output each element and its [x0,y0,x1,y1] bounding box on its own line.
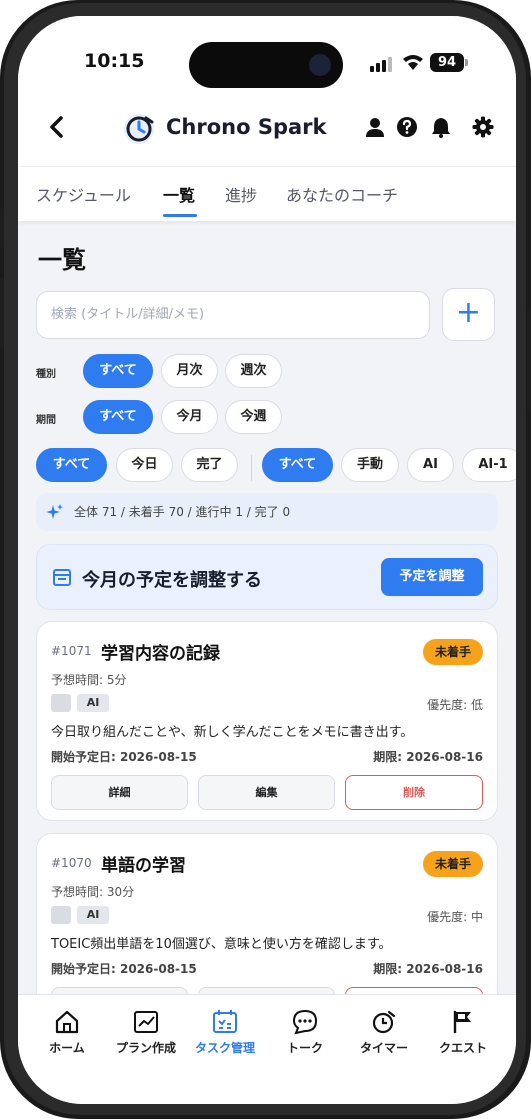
source-chip-manual[interactable]: 手動 [341,448,399,482]
source-chip-all[interactable]: すべて [262,448,333,482]
task-due-date: 期限: 2026-08-16 [373,750,483,764]
nav-label: タイマー [359,1041,408,1055]
adjust-schedule-text: 今月の予定を調整する [82,570,262,591]
task-tag: AI [77,694,109,712]
timer-icon [372,1010,396,1034]
search-input[interactable]: 検索 (タイトル/詳細/メモ) [36,291,430,339]
nav-label: クエスト [438,1041,487,1055]
period-chip-this-week[interactable]: 今週 [225,400,282,434]
screen: 10:15 94 Chrono Spark スケジュール 一覧 進捗 あなたのコ… [18,16,516,1104]
task-title: 単語の学習 [101,856,186,876]
task-checkbox[interactable] [51,906,71,924]
nav-label: タスク管理 [194,1041,255,1055]
add-task-button[interactable]: + [442,288,495,341]
tab-schedule[interactable]: スケジュール [36,182,131,206]
task-due-date: 期限: 2026-08-16 [373,962,483,976]
task-checkbox[interactable] [51,694,71,712]
task-stats: 全体 71 / 未着手 70 / 進行中 1 / 完了 0 [36,493,498,531]
wifi-icon [403,55,423,70]
phone-frame: 10:15 94 Chrono Spark スケジュール 一覧 進捗 あなたのコ… [0,0,531,1119]
nav-quest[interactable]: クエスト [423,1009,503,1056]
nav-timer[interactable]: タイマー [344,1009,424,1056]
battery-icon: 94 [430,53,464,72]
task-description: TOEIC頻出単語を10個選び、意味と使い方を確認します。 [51,937,392,952]
nav-label: プラン作成 [115,1041,176,1055]
task-start-date: 開始予定日: 2026-08-15 [51,962,197,976]
type-chip-weekly[interactable]: 週次 [225,354,282,388]
period-chip-this-month[interactable]: 今月 [161,400,218,434]
help-icon[interactable] [396,116,418,138]
back-arrow-icon[interactable] [46,114,68,140]
task-id: #1070 [51,856,92,870]
adjust-schedule-button[interactable]: 予定を調整 [381,558,483,596]
nav-label: ホーム [49,1041,85,1055]
status-chip-today[interactable]: 今日 [116,448,173,482]
side-button [527,310,531,410]
task-description: 今日取り組んだことや、新しく学んだことをメモに書き出す。 [51,725,414,740]
type-chip-all[interactable]: すべて [83,354,153,388]
flag-icon [453,1011,471,1033]
edit-button[interactable]: 編集 [198,775,335,810]
type-filter-label: 種別 [36,369,56,380]
task-id: #1071 [51,644,92,658]
chat-icon [292,1009,318,1035]
tab-list[interactable]: 一覧 [163,182,195,206]
app-title: Chrono Spark [166,115,327,139]
bell-icon[interactable] [430,116,452,138]
active-tab-indicator [163,214,197,217]
sparkle-icon [46,504,63,519]
status-chip-all[interactable]: すべて [36,448,107,482]
source-chip-ai[interactable]: AI [407,448,454,482]
chart-icon [134,1011,158,1033]
nav-plan[interactable]: プラン作成 [106,1009,186,1056]
task-priority: 優先度: 低 [427,698,483,712]
dynamic-island [189,42,343,88]
period-chip-all[interactable]: すべて [83,400,153,434]
app-logo-icon [124,114,154,144]
camera-icon [309,54,331,76]
tab-progress[interactable]: 進捗 [225,182,257,206]
task-estimate: 予想時間: 5分 [51,673,127,687]
nav-task-management[interactable]: タスク管理 [185,1009,265,1056]
detail-button[interactable]: 詳細 [51,775,188,810]
tab-coach[interactable]: あなたのコーチ [286,182,398,206]
nav-talk[interactable]: トーク [265,1009,345,1056]
battery-cap [465,59,468,66]
nav-home[interactable]: ホーム [27,1009,107,1056]
source-chip-ai-1[interactable]: AI-1 [462,448,516,482]
task-tag: AI [77,906,109,924]
status-badge: 未着手 [422,639,483,665]
status-time: 10:15 [84,50,145,72]
task-start-date: 開始予定日: 2026-08-15 [51,750,197,764]
page-title: 一覧 [38,246,86,274]
task-priority: 優先度: 中 [427,910,483,924]
delete-button[interactable]: 削除 [345,775,483,810]
phone-bezel: 10:15 94 Chrono Spark スケジュール 一覧 進捗 あなたのコ… [4,3,526,1115]
status-badge: 未着手 [422,851,483,877]
nav-label: トーク [286,1041,323,1055]
status-chip-done[interactable]: 完了 [181,448,238,482]
calendar-check-icon [213,1010,237,1033]
task-title: 学習内容の記録 [101,644,220,664]
type-chip-monthly[interactable]: 月次 [161,354,218,388]
profile-icon[interactable] [364,116,386,138]
calendar-icon [53,569,71,586]
task-estimate: 予想時間: 30分 [51,885,135,899]
home-icon [55,1010,79,1034]
gear-icon[interactable] [472,116,494,138]
signal-icon [370,57,392,72]
chip-divider [251,455,252,481]
task-card[interactable]: #1071 学習内容の記録 未着手 予想時間: 5分 AI 優先度: 低 今日取… [36,621,498,821]
period-filter-label: 期間 [36,415,56,426]
